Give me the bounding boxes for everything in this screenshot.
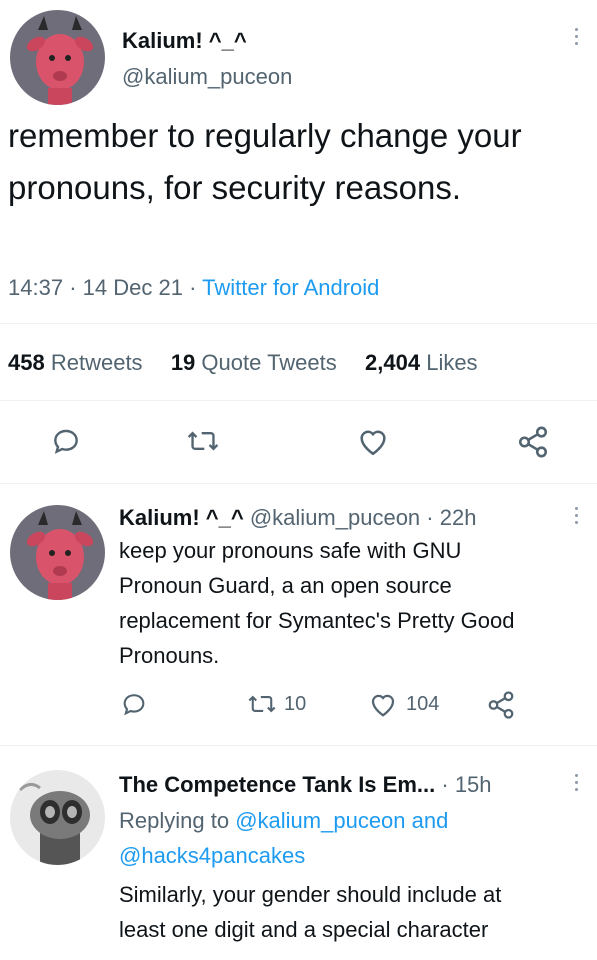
quotes-stat[interactable]: 19 Quote Tweets — [171, 350, 337, 375]
divider — [0, 400, 597, 401]
reply-header: Kalium! ^_^ @kalium_puceon · 22h — [119, 505, 477, 530]
retweets-stat[interactable]: 458 Retweets — [8, 350, 143, 375]
like-icon[interactable] — [356, 425, 390, 462]
retweet-count: 10 — [284, 693, 307, 715]
tweet-age[interactable]: 22h — [440, 505, 477, 530]
author-name[interactable]: Kalium! ^_^ — [119, 505, 244, 530]
tweet-stats: 458 Retweets 19 Quote Tweets 2,404 Likes — [8, 350, 478, 376]
avatar[interactable] — [10, 770, 105, 865]
author-handle[interactable]: @kalium_puceon — [250, 505, 420, 530]
reply-text: keep your pronouns safe with GNU Pronoun… — [119, 538, 515, 668]
divider — [0, 483, 597, 484]
retweet-icon[interactable] — [186, 425, 220, 462]
reply-icon[interactable] — [120, 690, 148, 723]
like-icon[interactable] — [368, 690, 398, 723]
avatar[interactable] — [10, 505, 105, 600]
share-icon[interactable] — [486, 690, 516, 725]
author-name[interactable]: The Competence Tank Is Em... — [119, 772, 435, 797]
divider — [0, 745, 597, 746]
avatar[interactable] — [10, 10, 105, 105]
likes-stat[interactable]: 2,404 Likes — [365, 350, 478, 375]
retweet-icon[interactable] — [247, 690, 277, 723]
author-name[interactable]: Kalium! ^_^ — [122, 28, 247, 54]
share-icon[interactable] — [516, 425, 550, 464]
tweet-date[interactable]: 14 Dec 21 — [83, 275, 183, 300]
mention-link[interactable]: @hacks4pancakes — [119, 843, 305, 868]
reply-header: The Competence Tank Is Em... · 15h — [119, 772, 492, 797]
tweet-meta: 14:37 · 14 Dec 21 · Twitter for Android — [8, 275, 380, 300]
kebab-menu-icon[interactable] — [573, 28, 579, 45]
reply-text: Similarly, your gender should include at… — [119, 882, 502, 942]
replying-to: Replying to @kalium_puceon and @hacks4pa… — [119, 808, 449, 868]
tweet-time[interactable]: 14:37 — [8, 275, 63, 300]
tweet-age[interactable]: 15h — [455, 772, 492, 797]
divider — [0, 323, 597, 324]
kebab-menu-icon[interactable] — [573, 774, 579, 791]
like-count: 104 — [406, 693, 440, 715]
kebab-menu-icon[interactable] — [573, 507, 579, 524]
tweet-text: remember to regularly change your pronou… — [8, 117, 522, 206]
author-handle[interactable]: @kalium_puceon — [122, 64, 292, 90]
tweet-client[interactable]: Twitter for Android — [202, 275, 379, 300]
mention-link[interactable]: @kalium_puceon — [235, 808, 405, 833]
reply-icon[interactable] — [50, 425, 82, 462]
